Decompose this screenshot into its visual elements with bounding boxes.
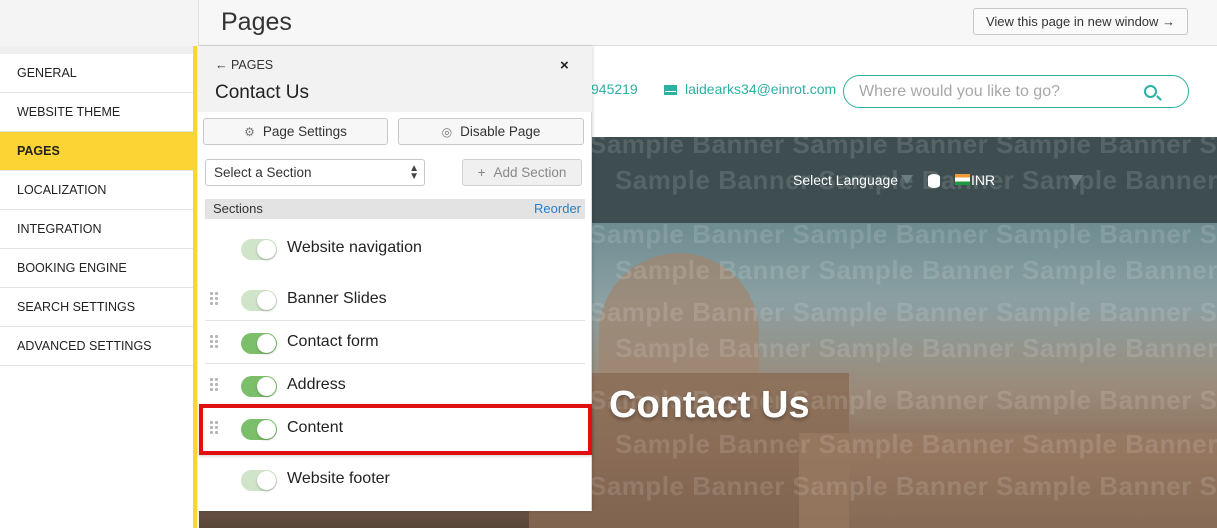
nav-item-booking-engine[interactable]: BOOKING ENGINE bbox=[0, 249, 193, 288]
section-toggle[interactable] bbox=[241, 239, 277, 260]
nav-item-website-theme[interactable]: WEBSITE THEME bbox=[0, 93, 193, 132]
left-nav: GENERAL WEBSITE THEME PAGES LOCALIZATION… bbox=[0, 54, 193, 528]
section-toggle[interactable] bbox=[241, 290, 277, 311]
section-row-banner-slides: Banner Slides bbox=[205, 278, 585, 321]
drag-handle-icon[interactable] bbox=[210, 421, 219, 435]
banner-building bbox=[799, 433, 1217, 528]
nav-item-advanced-settings[interactable]: ADVANCED SETTINGS bbox=[0, 327, 193, 366]
search-icon[interactable] bbox=[1144, 85, 1157, 98]
section-row-content: Content bbox=[205, 407, 585, 450]
disable-page-label: Disable Page bbox=[460, 124, 541, 139]
section-row-website-footer: Website footer bbox=[205, 458, 585, 501]
section-toggle[interactable] bbox=[241, 333, 277, 354]
section-row-address: Address bbox=[205, 364, 585, 407]
top-bar-left-blank bbox=[0, 0, 199, 46]
mail-icon bbox=[664, 85, 677, 95]
nav-item-localization[interactable]: LOCALIZATION bbox=[0, 171, 193, 210]
drag-handle-icon[interactable] bbox=[210, 292, 219, 306]
section-toggle[interactable] bbox=[241, 419, 277, 440]
section-row-website-navigation: Website navigation bbox=[205, 227, 585, 270]
back-to-pages-link[interactable]: ← PAGES bbox=[215, 58, 273, 72]
preview-search-input[interactable] bbox=[859, 82, 1139, 102]
preview-email-text: laidearks34@einrot.com bbox=[685, 81, 837, 97]
drag-handle-icon[interactable] bbox=[210, 378, 219, 392]
nav-item-integration[interactable]: INTEGRATION bbox=[0, 210, 193, 249]
section-label: Content bbox=[287, 419, 344, 436]
top-bar: Pages View this page in new window → bbox=[0, 0, 1217, 46]
add-section-label: Add Section bbox=[493, 165, 567, 180]
plus-icon: + bbox=[477, 165, 486, 180]
hero-title: Contact Us bbox=[609, 384, 810, 426]
view-in-new-window-button[interactable]: View this page in new window → bbox=[973, 8, 1188, 35]
sections-panel: ← PAGES × Contact Us ⚙ Page Settings ◎ Dis… bbox=[198, 46, 592, 511]
preview-search-box bbox=[843, 75, 1189, 108]
disable-page-button[interactable]: ◎ Disable Page bbox=[398, 118, 584, 145]
drag-handle-icon[interactable] bbox=[210, 335, 219, 349]
panel-header: ← PAGES × Contact Us bbox=[198, 46, 592, 112]
database-icon bbox=[928, 174, 940, 188]
active-rail bbox=[193, 46, 197, 528]
section-toggle[interactable] bbox=[241, 470, 277, 491]
sections-label: Sections bbox=[213, 201, 263, 216]
section-label: Address bbox=[287, 376, 346, 393]
page-settings-label: Page Settings bbox=[262, 124, 347, 139]
currency-selector[interactable]: INR bbox=[971, 172, 995, 188]
language-selector[interactable]: Select Language bbox=[793, 172, 898, 188]
india-flag-icon bbox=[955, 174, 970, 185]
select-section-value: Select a Section bbox=[214, 165, 312, 180]
add-section-button[interactable]: + Add Section bbox=[462, 159, 582, 186]
section-label: Banner Slides bbox=[287, 290, 387, 307]
section-row-contact-form: Contact form bbox=[205, 321, 585, 364]
preview-email[interactable]: laidearks34@einrot.com bbox=[664, 81, 836, 97]
page-title: Pages bbox=[221, 8, 292, 36]
currency-caret-icon[interactable] bbox=[1069, 175, 1083, 186]
nav-item-general[interactable]: GENERAL bbox=[0, 54, 193, 93]
close-icon[interactable]: × bbox=[560, 57, 569, 74]
banner-dome bbox=[599, 253, 759, 393]
sections-header: Sections Reorder bbox=[205, 199, 585, 219]
section-toggle[interactable] bbox=[241, 376, 277, 397]
nav-item-search-settings[interactable]: SEARCH SETTINGS bbox=[0, 288, 193, 327]
gear-icon: ⚙ bbox=[244, 125, 255, 139]
updown-caret-icon: ▲ ▼ bbox=[409, 163, 419, 182]
nav-item-pages[interactable]: PAGES bbox=[0, 132, 193, 171]
eye-slash-icon: ◎ bbox=[441, 125, 453, 139]
reorder-link[interactable]: Reorder bbox=[534, 199, 581, 219]
page-settings-button[interactable]: ⚙ Page Settings bbox=[203, 118, 388, 145]
preview-phone[interactable]: 945219 bbox=[591, 81, 638, 97]
section-label: Website footer bbox=[287, 470, 390, 487]
panel-title: Contact Us bbox=[215, 82, 309, 103]
section-label: Contact form bbox=[287, 333, 379, 350]
section-label: Website navigation bbox=[287, 239, 422, 256]
language-caret-icon[interactable] bbox=[901, 175, 913, 184]
select-section-dropdown[interactable]: Select a Section ▲ ▼ bbox=[205, 159, 425, 186]
